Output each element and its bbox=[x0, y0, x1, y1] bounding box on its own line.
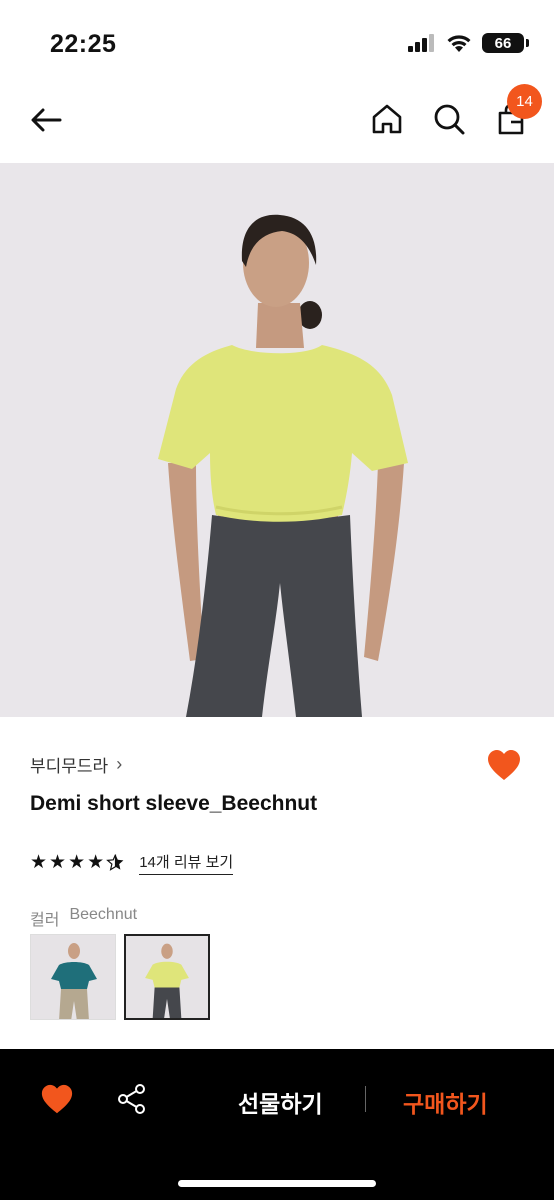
cart-count-badge: 14 bbox=[507, 84, 542, 119]
rating-row: ★ ★ ★ ★ 14개 리뷰 보기 bbox=[30, 851, 234, 875]
status-time: 22:25 bbox=[50, 30, 117, 58]
half-star-icon bbox=[106, 854, 124, 871]
nav-bar bbox=[0, 84, 554, 154]
color-swatches bbox=[30, 934, 210, 1020]
brand-name: 부디무드라 bbox=[30, 757, 109, 776]
wifi-icon bbox=[447, 34, 471, 52]
home-indicator bbox=[178, 1180, 376, 1187]
chevron-right-icon: › bbox=[116, 754, 123, 774]
color-label: 컬러 bbox=[30, 912, 60, 929]
status-bar: 22:25 66 bbox=[0, 0, 554, 80]
star-rating: ★ ★ ★ ★ bbox=[30, 853, 125, 873]
star-icon: ★ bbox=[30, 852, 48, 873]
battery-icon: 66 bbox=[482, 33, 529, 53]
back-arrow-icon[interactable] bbox=[26, 100, 66, 140]
gift-button[interactable]: 선물하기 bbox=[238, 1085, 323, 1119]
star-icon: ★ bbox=[87, 852, 105, 873]
swatch-thumbnail bbox=[51, 943, 97, 1019]
color-swatch-teal[interactable] bbox=[30, 934, 116, 1020]
color-value: Beechnut bbox=[69, 906, 138, 923]
color-swatch-beechnut[interactable] bbox=[124, 934, 210, 1020]
search-icon[interactable] bbox=[430, 100, 468, 138]
bottom-action-bar: 선물하기 구매하기 bbox=[0, 1049, 554, 1200]
heart-icon[interactable] bbox=[40, 1083, 74, 1117]
home-icon[interactable] bbox=[368, 100, 406, 138]
product-image[interactable] bbox=[0, 163, 554, 717]
signal-icon bbox=[408, 34, 434, 52]
divider bbox=[365, 1086, 366, 1112]
status-icons: 66 bbox=[408, 33, 529, 53]
buy-button[interactable]: 구매하기 bbox=[403, 1085, 488, 1119]
share-icon[interactable] bbox=[116, 1083, 148, 1115]
product-name: Demi short sleeve_Beechnut bbox=[30, 792, 318, 815]
swatch-thumbnail bbox=[145, 943, 189, 1018]
brand-link[interactable]: 부디무드라 › bbox=[30, 752, 122, 777]
color-row: 컬러 Beechnut bbox=[30, 906, 137, 930]
model-illustration bbox=[158, 214, 408, 717]
star-icon: ★ bbox=[49, 852, 67, 873]
heart-icon[interactable] bbox=[486, 748, 522, 784]
review-link[interactable]: 14개 리뷰 보기 bbox=[139, 851, 234, 875]
star-icon: ★ bbox=[68, 852, 86, 873]
